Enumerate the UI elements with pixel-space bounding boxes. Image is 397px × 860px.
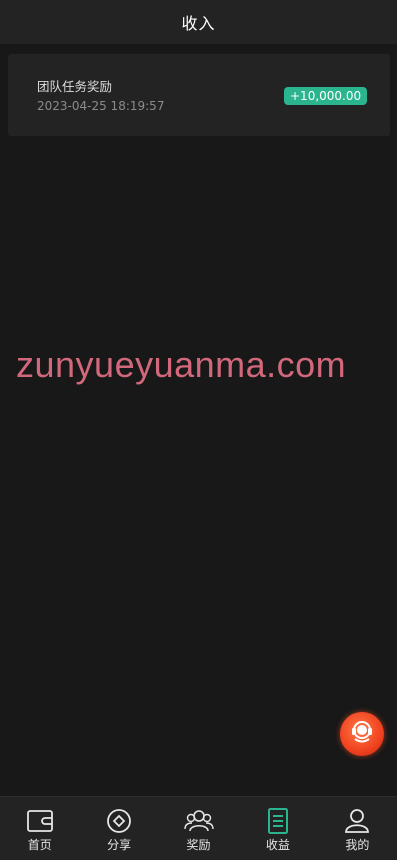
tab-reward-label: 奖励	[186, 838, 211, 852]
tab-reward[interactable]: 奖励	[159, 797, 238, 860]
tab-share[interactable]: 分享	[79, 797, 158, 860]
record-name: 团队任务奖励	[37, 79, 113, 94]
tab-home-label: 首页	[27, 838, 52, 852]
tab-mine-label: 我的	[345, 838, 370, 852]
wallet-icon	[25, 807, 55, 835]
user-icon	[342, 807, 372, 835]
income-record[interactable]: 团队任务奖励 2023-04-25 18:19:57 +10,000.00	[8, 54, 390, 136]
tab-earnings-label: 收益	[265, 838, 290, 852]
diamond-circle-icon	[104, 807, 134, 835]
users-icon	[183, 807, 214, 835]
header-bar: 收入	[0, 0, 397, 44]
record-time: 2023-04-25 18:19:57	[37, 99, 165, 113]
tab-mine[interactable]: 我的	[318, 797, 397, 860]
tab-share-label: 分享	[107, 838, 132, 852]
app-root: 收入 团队任务奖励 2023-04-25 18:19:57 +10,000.00…	[0, 0, 397, 860]
record-amount-badge: +10,000.00	[284, 87, 368, 105]
tab-home[interactable]: 首页	[0, 797, 79, 860]
customer-service-icon	[347, 717, 377, 751]
bottom-tab-bar: 首页 分享 奖励 收益 我的	[0, 796, 397, 860]
watermark-text: zunyueyuanma.com	[16, 344, 347, 385]
document-list-icon	[263, 807, 293, 835]
page-title: 收入	[181, 14, 216, 33]
customer-service-button[interactable]	[340, 712, 384, 756]
tab-earnings[interactable]: 收益	[238, 797, 317, 860]
